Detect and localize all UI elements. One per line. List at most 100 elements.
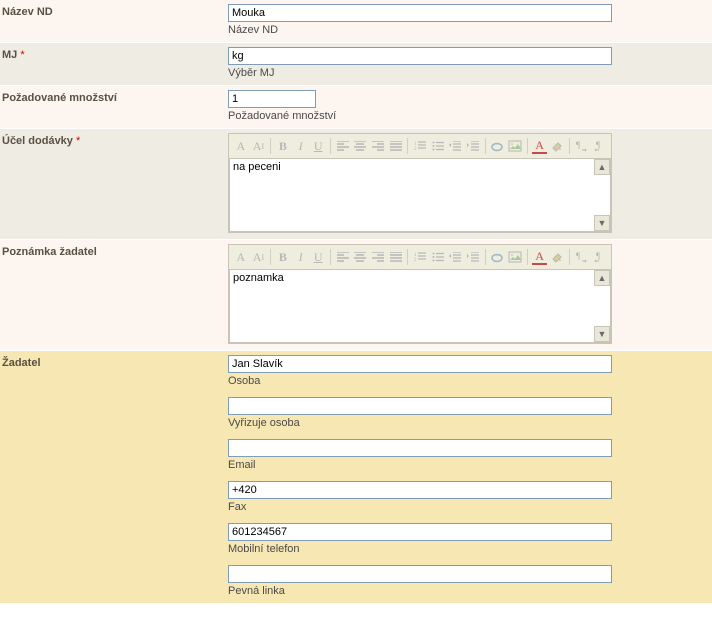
row-mnozstvi: Požadované množství Požadované množství bbox=[0, 86, 712, 129]
fieldcol-zadatel: Osoba Vyřizuje osoba Email Fax Mobilní t… bbox=[228, 355, 712, 599]
toolbar-sep-icon bbox=[485, 249, 486, 265]
required-ucel: * bbox=[76, 135, 80, 147]
bg-color-icon[interactable] bbox=[549, 137, 565, 155]
bold-icon[interactable]: B bbox=[275, 248, 291, 266]
link-icon[interactable] bbox=[490, 137, 506, 155]
outdent-icon[interactable] bbox=[448, 248, 464, 266]
svg-text:¶: ¶ bbox=[596, 251, 600, 261]
scroll-down-icon[interactable]: ▼ bbox=[594, 326, 610, 342]
align-right-icon[interactable] bbox=[370, 137, 386, 155]
indent-icon[interactable] bbox=[465, 248, 481, 266]
label-mj-text: MJ bbox=[2, 49, 17, 61]
helper-mj: Výběr MJ bbox=[228, 67, 708, 79]
italic-icon[interactable]: I bbox=[293, 137, 309, 155]
input-mnozstvi[interactable] bbox=[228, 90, 316, 108]
rte-poznamka: A AI B I U 12 A bbox=[228, 244, 612, 344]
rte-ucel-toolbar: A AI B I U 12 A bbox=[229, 134, 611, 158]
label-nazev-nd: Název ND bbox=[0, 4, 228, 38]
row-mj: MJ * Výběr MJ bbox=[0, 43, 712, 86]
image-icon[interactable] bbox=[507, 137, 523, 155]
align-left-icon[interactable] bbox=[335, 248, 351, 266]
input-mobil[interactable] bbox=[228, 523, 612, 541]
label-mj: MJ * bbox=[0, 47, 228, 81]
helper-mnozstvi: Požadované množství bbox=[228, 110, 708, 122]
scroll-up-icon[interactable]: ▲ bbox=[594, 270, 610, 286]
required-mj: * bbox=[20, 49, 24, 61]
italic-icon[interactable]: I bbox=[293, 248, 309, 266]
rtl-icon[interactable]: ¶ bbox=[592, 248, 608, 266]
font-size-icon[interactable]: AI bbox=[251, 248, 267, 266]
ordered-list-icon[interactable]: 12 bbox=[412, 248, 428, 266]
font-size-icon[interactable]: AI bbox=[251, 137, 267, 155]
input-nazev-nd[interactable] bbox=[228, 4, 612, 22]
label-poznamka: Poznámka žadatel bbox=[0, 244, 228, 346]
helper-pevna: Pevná linka bbox=[228, 585, 708, 597]
fieldcol-poznamka: A AI B I U 12 A bbox=[228, 244, 712, 346]
outdent-icon[interactable] bbox=[448, 137, 464, 155]
align-right-icon[interactable] bbox=[370, 248, 386, 266]
input-vyrizuje[interactable] bbox=[228, 397, 612, 415]
align-justify-icon[interactable] bbox=[388, 137, 404, 155]
label-mnozstvi: Požadované množství bbox=[0, 90, 228, 124]
input-mj[interactable] bbox=[228, 47, 612, 65]
align-center-icon[interactable] bbox=[353, 248, 369, 266]
toolbar-sep-icon bbox=[569, 249, 570, 265]
font-family-icon[interactable]: A bbox=[233, 248, 249, 266]
fieldcol-ucel: A AI B I U 12 A bbox=[228, 133, 712, 235]
text-color-icon[interactable]: A bbox=[532, 249, 548, 265]
input-pevna[interactable] bbox=[228, 565, 612, 583]
row-poznamka: Poznámka žadatel A AI B I U 12 bbox=[0, 240, 712, 351]
bold-icon[interactable]: B bbox=[275, 137, 291, 155]
ltr-icon[interactable]: ¶ bbox=[574, 137, 590, 155]
toolbar-sep-icon bbox=[407, 249, 408, 265]
rte-ucel-textarea[interactable] bbox=[230, 159, 610, 231]
toolbar-sep-icon bbox=[527, 138, 528, 154]
toolbar-sep-icon bbox=[569, 138, 570, 154]
scroll-up-icon[interactable]: ▲ bbox=[594, 159, 610, 175]
helper-fax: Fax bbox=[228, 501, 708, 513]
rte-poznamka-toolbar: A AI B I U 12 A bbox=[229, 245, 611, 269]
underline-icon[interactable]: U bbox=[310, 248, 326, 266]
toolbar-sep-icon bbox=[485, 138, 486, 154]
underline-icon[interactable]: U bbox=[310, 137, 326, 155]
helper-mobil: Mobilní telefon bbox=[228, 543, 708, 555]
toolbar-sep-icon bbox=[330, 138, 331, 154]
toolbar-sep-icon bbox=[330, 249, 331, 265]
svg-text:¶: ¶ bbox=[596, 140, 600, 150]
helper-vyrizuje: Vyřizuje osoba bbox=[228, 417, 708, 429]
label-zadatel: Žadatel bbox=[0, 355, 228, 599]
input-email[interactable] bbox=[228, 439, 612, 457]
fieldcol-nazev-nd: Název ND bbox=[228, 4, 712, 38]
input-osoba[interactable] bbox=[228, 355, 612, 373]
label-ucel: Účel dodávky * bbox=[0, 133, 228, 235]
indent-icon[interactable] bbox=[465, 137, 481, 155]
align-center-icon[interactable] bbox=[353, 137, 369, 155]
scroll-down-icon[interactable]: ▼ bbox=[594, 215, 610, 231]
unordered-list-icon[interactable] bbox=[430, 248, 446, 266]
input-fax[interactable] bbox=[228, 481, 612, 499]
svg-text:2: 2 bbox=[414, 147, 417, 151]
align-left-icon[interactable] bbox=[335, 137, 351, 155]
row-zadatel: Žadatel Osoba Vyřizuje osoba Email Fax M… bbox=[0, 351, 712, 604]
helper-osoba: Osoba bbox=[228, 375, 708, 387]
ordered-list-icon[interactable]: 12 bbox=[412, 137, 428, 155]
ltr-icon[interactable]: ¶ bbox=[574, 248, 590, 266]
rte-poznamka-area-wrap: ▲ ▼ bbox=[229, 269, 611, 343]
rte-poznamka-textarea[interactable] bbox=[230, 270, 610, 342]
toolbar-sep-icon bbox=[270, 138, 271, 154]
rtl-icon[interactable]: ¶ bbox=[592, 137, 608, 155]
row-ucel: Účel dodávky * A AI B I U 12 bbox=[0, 129, 712, 240]
text-color-icon[interactable]: A bbox=[532, 138, 548, 154]
align-justify-icon[interactable] bbox=[388, 248, 404, 266]
unordered-list-icon[interactable] bbox=[430, 137, 446, 155]
bg-color-icon[interactable] bbox=[549, 248, 565, 266]
label-ucel-text: Účel dodávky bbox=[2, 135, 73, 147]
toolbar-sep-icon bbox=[407, 138, 408, 154]
link-icon[interactable] bbox=[490, 248, 506, 266]
image-icon[interactable] bbox=[507, 248, 523, 266]
svg-text:2: 2 bbox=[414, 258, 417, 262]
rte-ucel-area-wrap: ▲ ▼ bbox=[229, 158, 611, 232]
font-family-icon[interactable]: A bbox=[233, 137, 249, 155]
svg-text:¶: ¶ bbox=[576, 140, 580, 150]
helper-nazev-nd: Název ND bbox=[228, 24, 708, 36]
